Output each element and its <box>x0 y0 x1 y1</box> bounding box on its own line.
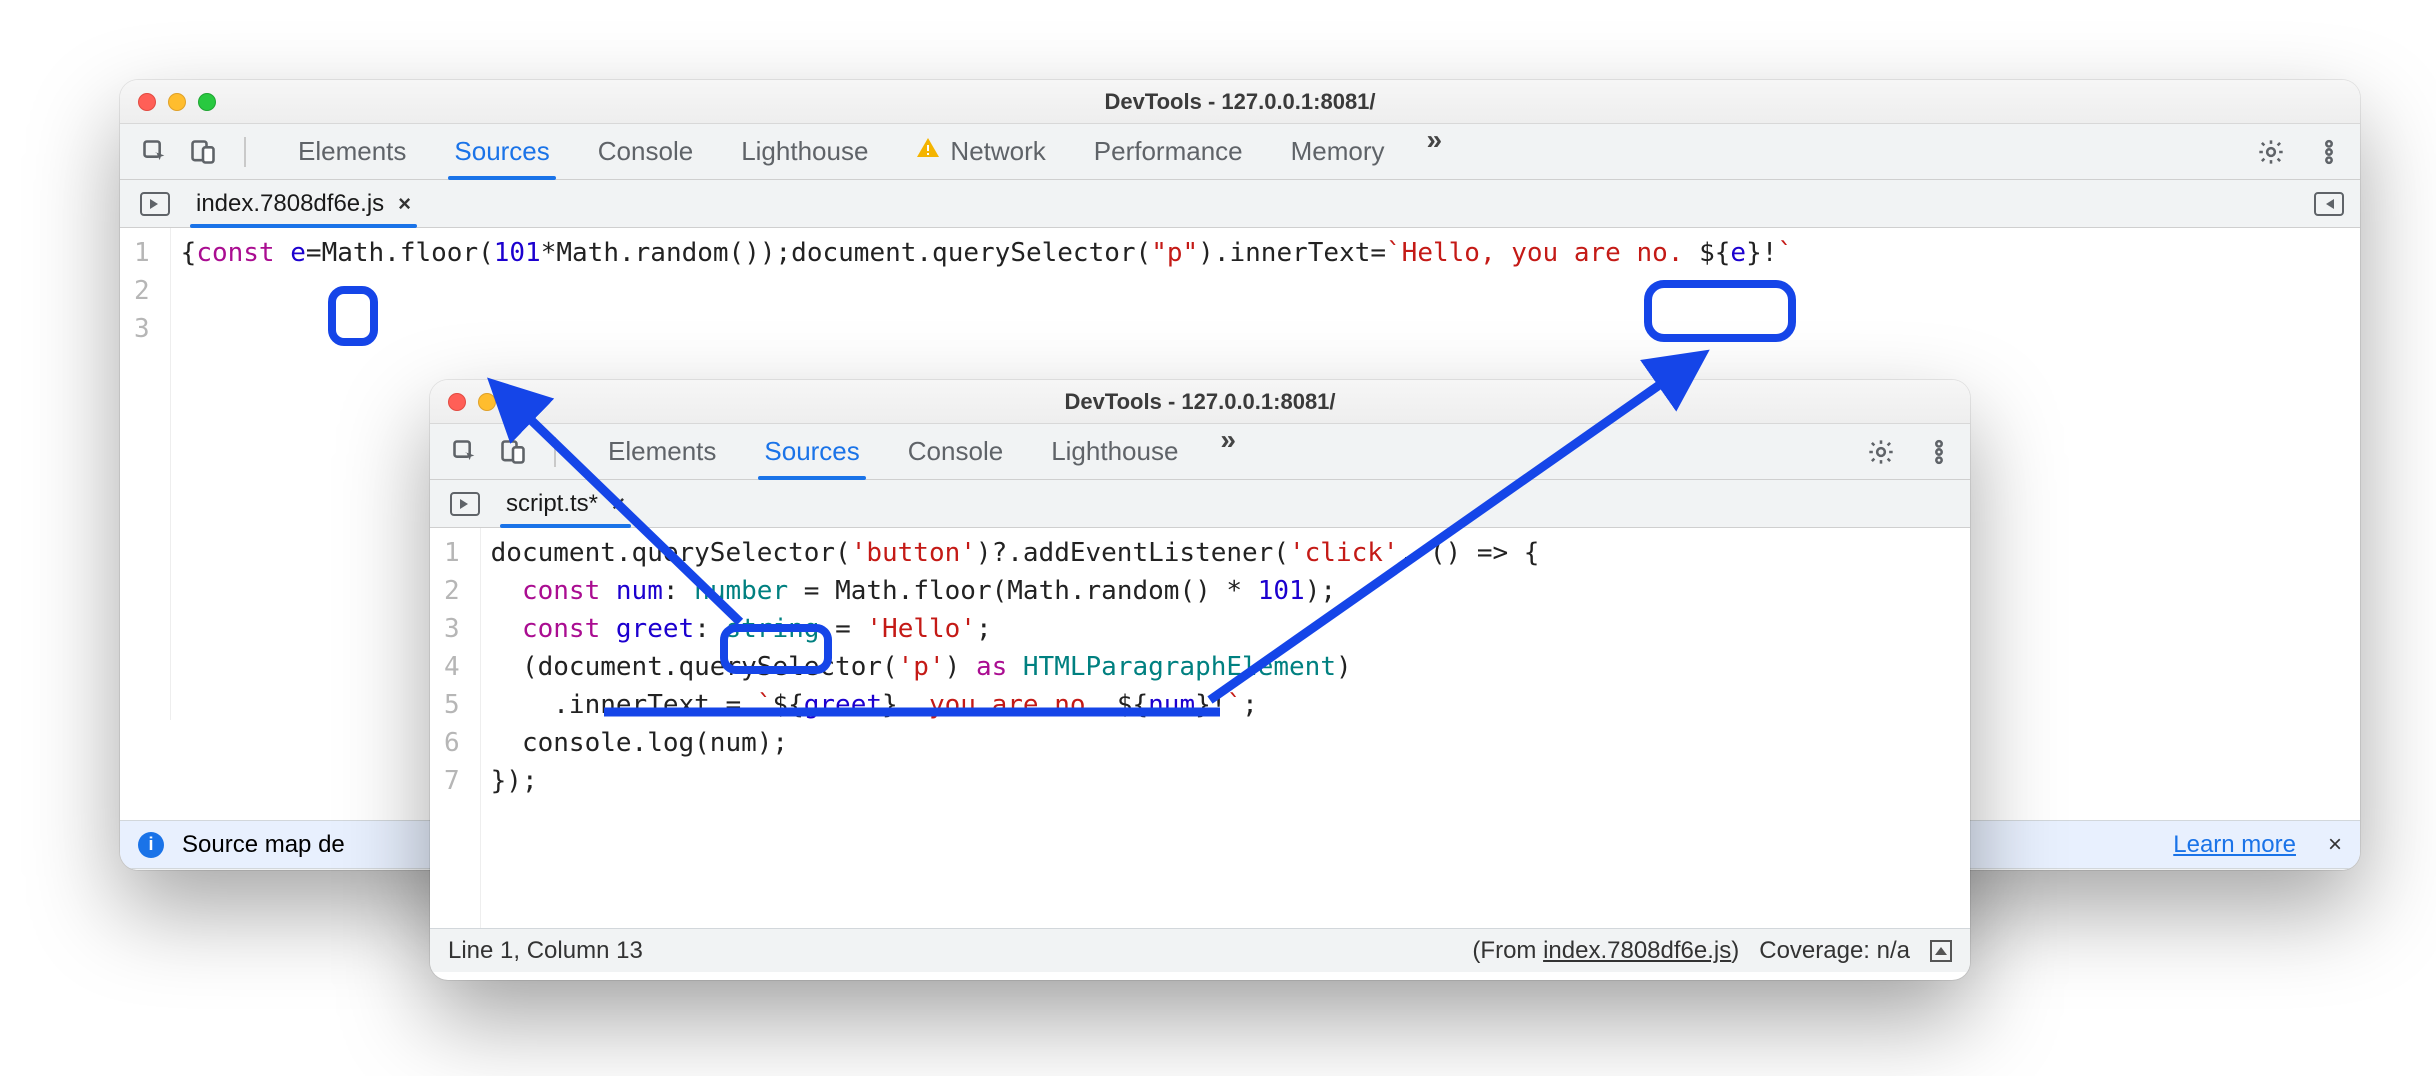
gutter: 1 2 3 4 5 6 7 <box>430 528 481 928</box>
window-title: DevTools - 127.0.0.1:8081/ <box>430 389 1970 415</box>
close-file-icon[interactable]: × <box>612 491 625 517</box>
file-tab-scriptts[interactable]: script.ts* × <box>502 480 629 527</box>
traffic-min-icon[interactable] <box>478 393 496 411</box>
learn-more-link[interactable]: Learn more <box>2173 831 2296 859</box>
cursor-position: Line 1, Column 13 <box>448 937 643 965</box>
file-tab-label: script.ts* <box>506 490 598 518</box>
inspect-icon[interactable] <box>450 437 480 467</box>
kebab-icon[interactable] <box>2314 137 2344 167</box>
file-tabbar-back: index.7808df6e.js × <box>120 180 2360 228</box>
device-toggle-icon[interactable] <box>188 137 218 167</box>
kebab-icon[interactable] <box>1924 437 1954 467</box>
console-drawer-toggle-icon[interactable] <box>1930 940 1952 962</box>
more-tabs-icon[interactable]: » <box>1202 424 1250 479</box>
traffic-zoom-icon[interactable] <box>198 93 216 111</box>
infobar-close-icon[interactable]: × <box>2328 831 2342 859</box>
file-tab-label: index.7808df6e.js <box>196 190 384 218</box>
devtools-window-front: DevTools - 127.0.0.1:8081/ Elements Sour… <box>430 380 1970 980</box>
titlebar-front[interactable]: DevTools - 127.0.0.1:8081/ <box>430 380 1970 424</box>
more-tabs-icon[interactable]: » <box>1409 124 1457 179</box>
window-title: DevTools - 127.0.0.1:8081/ <box>120 89 2360 115</box>
statusbar-front: Line 1, Column 13 (From index.7808df6e.j… <box>430 928 1970 972</box>
code-editor-front[interactable]: 1 2 3 4 5 6 7 document.querySelector('bu… <box>430 528 1970 928</box>
navigator-toggle-icon[interactable] <box>450 492 480 516</box>
warning-icon <box>916 136 940 167</box>
from-link[interactable]: index.7808df6e.js <box>1543 937 1731 964</box>
code-content-front[interactable]: document.querySelector('button')?.addEve… <box>481 528 1550 928</box>
tab-console[interactable]: Console <box>884 424 1027 479</box>
navigator-toggle-icon[interactable] <box>140 192 170 216</box>
titlebar-back[interactable]: DevTools - 127.0.0.1:8081/ <box>120 80 2360 124</box>
tab-lighthouse[interactable]: Lighthouse <box>1027 424 1202 479</box>
tab-performance[interactable]: Performance <box>1070 124 1267 179</box>
infobar-text: Source map de <box>182 831 345 859</box>
tab-memory[interactable]: Memory <box>1267 124 1409 179</box>
sidebar-toggle-icon[interactable] <box>2314 192 2344 216</box>
tab-elements[interactable]: Elements <box>274 124 430 179</box>
file-tabbar-front: script.ts* × <box>430 480 1970 528</box>
coverage-label: Coverage: n/a <box>1759 937 1910 965</box>
tab-sources[interactable]: Sources <box>740 424 883 479</box>
tab-console[interactable]: Console <box>574 124 717 179</box>
gutter: 1 2 3 <box>120 228 171 720</box>
traffic-min-icon[interactable] <box>168 93 186 111</box>
traffic-close-icon[interactable] <box>138 93 156 111</box>
tab-network[interactable]: Network <box>892 124 1069 179</box>
tab-lighthouse[interactable]: Lighthouse <box>717 124 892 179</box>
devtools-tabbar-front: Elements Sources Console Lighthouse » <box>430 424 1970 480</box>
str-hello-back: Hello, <box>1402 238 1496 268</box>
var-e: e <box>290 238 306 268</box>
traffic-zoom-icon[interactable] <box>508 393 526 411</box>
tab-elements[interactable]: Elements <box>584 424 740 479</box>
device-toggle-icon[interactable] <box>498 437 528 467</box>
devtools-tabbar-back: Elements Sources Console Lighthouse Netw… <box>120 124 2360 180</box>
tab-sources[interactable]: Sources <box>430 124 573 179</box>
file-tab-indexjs[interactable]: index.7808df6e.js × <box>192 180 415 227</box>
inspect-icon[interactable] <box>140 137 170 167</box>
info-icon: i <box>138 832 164 858</box>
settings-icon[interactable] <box>1866 437 1896 467</box>
close-file-icon[interactable]: × <box>398 191 411 217</box>
traffic-close-icon[interactable] <box>448 393 466 411</box>
var-num: num <box>616 576 663 606</box>
settings-icon[interactable] <box>2256 137 2286 167</box>
